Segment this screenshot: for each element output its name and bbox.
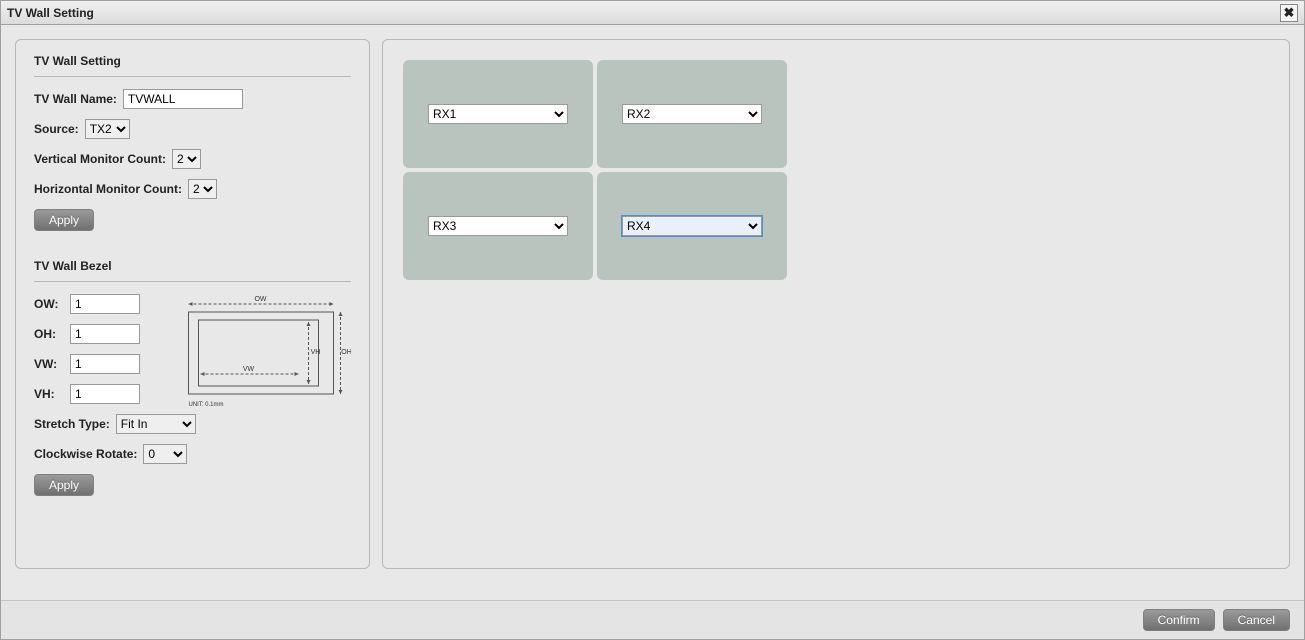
monitor-select-1[interactable]: RX2 [622, 104, 762, 124]
tv-wall-name-label: TV Wall Name: [34, 92, 117, 106]
dialog-title: TV Wall Setting [7, 6, 94, 20]
stretch-type-label: Stretch Type: [34, 417, 110, 431]
vertical-count-label: Vertical Monitor Count: [34, 152, 166, 166]
horizontal-count-label: Horizontal Monitor Count: [34, 182, 182, 196]
bezel-diagram: OW OH VW [176, 294, 351, 414]
horizontal-count-select[interactable]: 2 [188, 179, 217, 199]
settings-panel: TV Wall Setting TV Wall Name: Source: TX… [15, 39, 370, 569]
monitor-grid: RX1 RX2 RX3 RX4 [403, 60, 1269, 280]
rotate-select[interactable]: 0 [143, 444, 187, 464]
source-select[interactable]: TX2 [85, 119, 130, 139]
settings-section-title: TV Wall Setting [34, 54, 351, 77]
vw-label: VW: [34, 357, 64, 371]
tv-wall-name-input[interactable] [123, 89, 243, 109]
monitor-cell-3: RX4 [597, 172, 787, 280]
apply-bezel-button[interactable]: Apply [34, 474, 94, 496]
monitor-cell-2: RX3 [403, 172, 593, 280]
rotate-label: Clockwise Rotate: [34, 447, 137, 461]
diagram-vh-label: VH [311, 349, 321, 356]
diagram-vw-label: VW [243, 366, 255, 373]
vh-input[interactable] [70, 384, 140, 404]
oh-input[interactable] [70, 324, 140, 344]
diagram-unit-label: UNIT: 0.1mm [189, 402, 224, 408]
apply-settings-button[interactable]: Apply [34, 209, 94, 231]
monitor-select-0[interactable]: RX1 [428, 104, 568, 124]
tv-wall-dialog: TV Wall Setting ✖ TV Wall Setting TV Wal… [0, 0, 1305, 640]
ow-input[interactable] [70, 294, 140, 314]
monitor-cell-0: RX1 [403, 60, 593, 168]
monitor-select-2[interactable]: RX3 [428, 216, 568, 236]
confirm-button[interactable]: Confirm [1143, 609, 1215, 631]
diagram-ow-label: OW [254, 296, 266, 303]
dialog-body: TV Wall Setting TV Wall Name: Source: TX… [1, 25, 1304, 600]
monitor-grid-panel: RX1 RX2 RX3 RX4 [382, 39, 1290, 569]
vw-input[interactable] [70, 354, 140, 374]
stretch-type-select[interactable]: Fit In [116, 414, 196, 434]
titlebar: TV Wall Setting ✖ [1, 1, 1304, 25]
source-label: Source: [34, 122, 79, 136]
ow-label: OW: [34, 297, 64, 311]
cancel-button[interactable]: Cancel [1223, 609, 1290, 631]
vertical-count-select[interactable]: 2 [172, 149, 201, 169]
bezel-section-title: TV Wall Bezel [34, 259, 351, 282]
dialog-footer: Confirm Cancel [1, 600, 1304, 639]
oh-label: OH: [34, 327, 64, 341]
monitor-cell-1: RX2 [597, 60, 787, 168]
monitor-select-3[interactable]: RX4 [622, 216, 762, 236]
vh-label: VH: [34, 387, 64, 401]
close-icon[interactable]: ✖ [1280, 4, 1298, 22]
diagram-oh-label: OH [341, 349, 351, 356]
